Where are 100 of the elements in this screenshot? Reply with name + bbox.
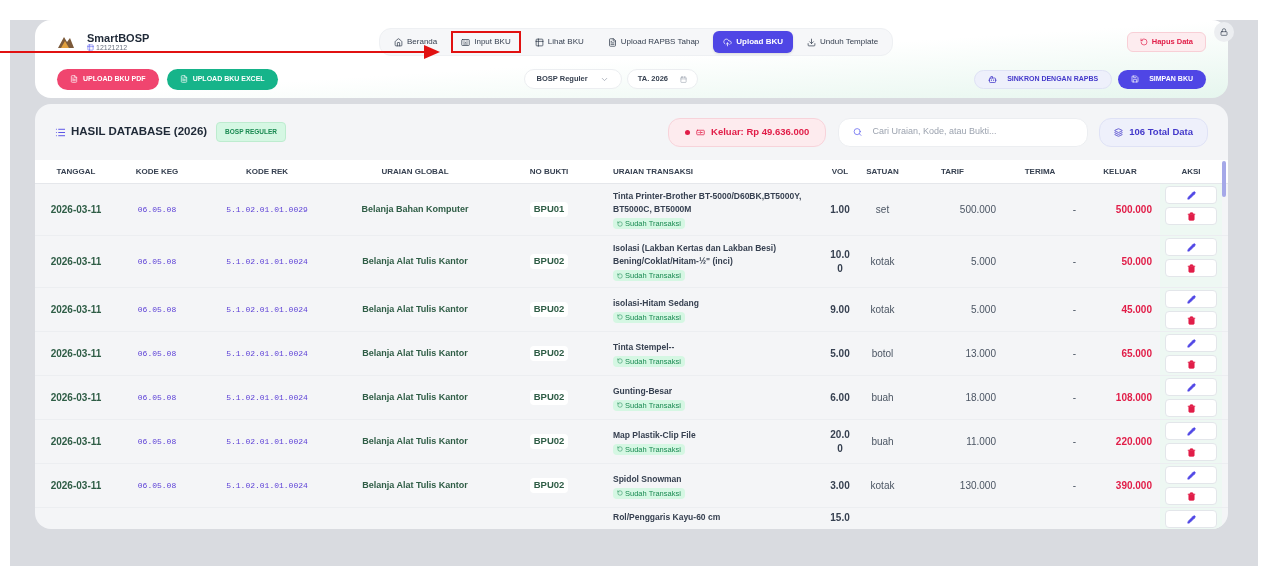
global-description-cell-text: Belanja Alat Tulis Kantor <box>362 254 468 268</box>
date-cell-text: 2026-03-11 <box>50 255 102 269</box>
nav-tab[interactable]: Lihat BKU <box>524 31 594 53</box>
edit-button[interactable] <box>1165 334 1217 352</box>
income-cell-text: - <box>1072 203 1076 217</box>
save-icon <box>1131 75 1140 83</box>
panel-title: HASIL DATABASE (2026) <box>71 124 208 140</box>
pencil-icon <box>1186 242 1196 252</box>
search-bar[interactable]: Cari Uraian, Kode, atau Bukti... <box>838 117 1089 147</box>
date-cell-text: 2026-03-11 <box>50 435 102 449</box>
app-name: SmartBOSP <box>87 33 150 44</box>
volume-cell-text: 9.00 <box>829 302 851 317</box>
edit-button[interactable] <box>1165 466 1217 484</box>
account-code-cell: 5.1.02.01.01.0024 <box>226 303 308 316</box>
scrollbar-thumb <box>1222 161 1226 197</box>
receipt-number-cell: BPU02 <box>529 390 569 405</box>
account-code-cell: 5.1.02.01.01.0029 <box>226 203 308 216</box>
account-code-cell: 5.1.02.01.01.0024 <box>226 347 308 360</box>
column-header: KODE REK <box>245 165 289 178</box>
document-icon <box>179 75 188 83</box>
date-cell-text: 2026-03-11 <box>50 479 102 493</box>
nav-tab[interactable]: Unduh Template <box>797 31 889 53</box>
refresh-icon <box>617 490 623 496</box>
account-code-cell: 5.1.02.01.01.0024 <box>226 391 308 404</box>
pencil-icon <box>1186 426 1196 436</box>
global-description-cell-text: Belanja Alat Tulis Kantor <box>362 346 468 360</box>
pencil-icon <box>1186 338 1196 348</box>
date-cell-text: 2026-03-11 <box>50 347 102 361</box>
nav-tab[interactable]: Beranda <box>384 31 448 53</box>
trash-icon <box>1186 263 1196 273</box>
calendar-icon <box>680 75 687 83</box>
search-input[interactable]: Cari Uraian, Kode, atau Bukti... <box>872 125 1074 139</box>
activity-code-cell: 06.05.08 <box>137 347 177 360</box>
unit-cell-text: kotak <box>870 255 895 269</box>
global-description-cell-text: Belanja Alat Tulis Kantor <box>362 302 468 316</box>
refresh-icon <box>617 358 623 364</box>
global-description-cell-text: Belanja Alat Tulis Kantor <box>362 434 468 448</box>
activity-code-cell: 06.05.08 <box>137 435 177 448</box>
pencil-icon <box>1186 382 1196 392</box>
income-cell-text: - <box>1072 255 1076 269</box>
nav-tab[interactable]: Input BKU <box>451 31 521 53</box>
receipt-number-cell: BPU02 <box>529 254 569 269</box>
receipt-number-cell: BPU02 <box>529 302 569 317</box>
pencil-icon <box>1186 514 1196 524</box>
rate-cell-text: 5.000 <box>970 303 996 317</box>
delete-button[interactable] <box>1165 399 1217 417</box>
banknote-icon <box>696 127 706 137</box>
delete-button[interactable] <box>1165 311 1217 329</box>
transaction-description-cell-text: isolasi-Hitam Sedang <box>613 296 700 310</box>
global-description-cell-text: Belanja Bahan Komputer <box>361 202 469 216</box>
column-header: URAIAN TRANSAKSI <box>612 165 694 178</box>
robot-icon <box>988 74 998 84</box>
download-icon <box>807 37 816 47</box>
refresh-icon <box>617 220 623 227</box>
column-header: TARIF <box>941 165 964 178</box>
trash-icon <box>1186 403 1196 413</box>
account-code-cell: 5.1.02.01.01.0024 <box>226 435 308 448</box>
rate-cell-text: 13.000 <box>965 347 996 361</box>
delete-button[interactable] <box>1165 355 1217 373</box>
trash-icon <box>1186 359 1196 369</box>
delete-button[interactable] <box>1165 259 1217 277</box>
trash-icon <box>1186 491 1196 501</box>
edit-button[interactable] <box>1165 378 1217 396</box>
edit-button[interactable] <box>1165 290 1217 308</box>
rate-cell-text: 500.000 <box>959 203 996 217</box>
activity-code-cell: 06.05.08 <box>137 303 177 316</box>
unit-cell-text: kotak <box>870 479 895 493</box>
column-header: SATUAN <box>866 165 899 178</box>
global-description-cell-text: Belanja Alat Tulis Kantor <box>362 390 468 404</box>
unit-cell-text: buah <box>871 435 894 449</box>
column-header: TANGGAL <box>56 165 96 178</box>
column-header: AKSI <box>1181 165 1201 178</box>
unit-cell-text: kotak <box>870 303 895 317</box>
column-header: KODE KEG <box>135 165 179 178</box>
home-icon <box>394 37 403 47</box>
volume-cell-text: 10.00 <box>829 247 851 276</box>
keyboard-icon <box>461 37 471 47</box>
edit-button[interactable] <box>1165 186 1217 204</box>
edit-button[interactable] <box>1165 238 1217 256</box>
edit-button[interactable] <box>1165 510 1217 528</box>
volume-cell-text: 1.00 <box>829 202 851 217</box>
lock-icon <box>1220 28 1228 36</box>
income-cell-text: - <box>1072 347 1076 361</box>
income-cell-text: - <box>1072 303 1076 317</box>
expense-cell-text: 50.000 <box>1121 255 1152 269</box>
nav-tab[interactable]: Upload BKU <box>713 31 793 53</box>
expense-cell-text: 390.000 <box>1115 479 1152 493</box>
transaction-description-cell-text: Tinta Printer-Brother BT-5000/D60BK,BT5000Y, BT5000C, BT5000M <box>613 190 803 216</box>
delete-button[interactable] <box>1165 487 1217 505</box>
expense-cell-text: 500.000 <box>1115 203 1152 217</box>
expense-cell-text: 65.000 <box>1121 347 1152 361</box>
date-cell-text: 2026-03-11 <box>50 391 102 405</box>
delete-button[interactable] <box>1165 207 1217 225</box>
trash-icon <box>1186 447 1196 457</box>
delete-button[interactable] <box>1165 443 1217 461</box>
activity-code-cell: 06.05.08 <box>137 391 177 404</box>
edit-button[interactable] <box>1165 422 1217 440</box>
date-cell-text: 2026-03-11 <box>50 303 102 317</box>
nav-tab[interactable]: Upload RAPBS Tahap <box>597 31 710 53</box>
unit-cell-text: set <box>875 203 890 217</box>
